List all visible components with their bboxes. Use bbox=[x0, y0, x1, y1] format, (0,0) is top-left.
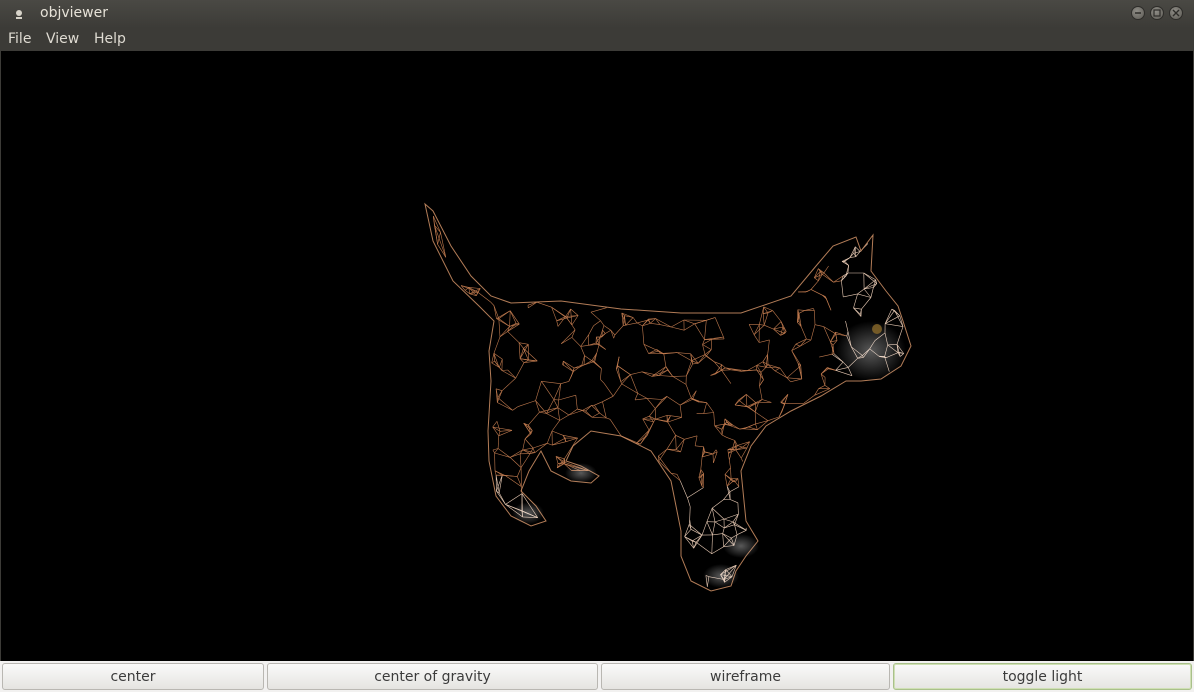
app-icon bbox=[16, 10, 22, 19]
menu-help[interactable]: Help bbox=[94, 31, 126, 47]
wireframe-cat-model bbox=[424, 202, 912, 592]
center-button[interactable]: center bbox=[2, 663, 264, 690]
menu-view[interactable]: View bbox=[46, 31, 79, 47]
button-bar: center center of gravity wireframe toggl… bbox=[0, 661, 1194, 692]
close-icon[interactable] bbox=[1169, 6, 1183, 20]
center-of-gravity-button[interactable]: center of gravity bbox=[267, 663, 598, 690]
maximize-icon[interactable] bbox=[1150, 6, 1164, 20]
gl-viewport[interactable] bbox=[1, 51, 1193, 661]
menu-file[interactable]: File bbox=[8, 31, 31, 47]
wireframe-button[interactable]: wireframe bbox=[601, 663, 890, 690]
window-title: objviewer bbox=[40, 5, 108, 21]
minimize-icon[interactable] bbox=[1131, 6, 1145, 20]
toggle-light-button[interactable]: toggle light bbox=[893, 663, 1192, 690]
menu-bar: File View Help bbox=[0, 28, 1194, 51]
title-bar[interactable]: objviewer bbox=[0, 0, 1194, 28]
app-window: objviewer File View Help center center o… bbox=[0, 0, 1194, 692]
